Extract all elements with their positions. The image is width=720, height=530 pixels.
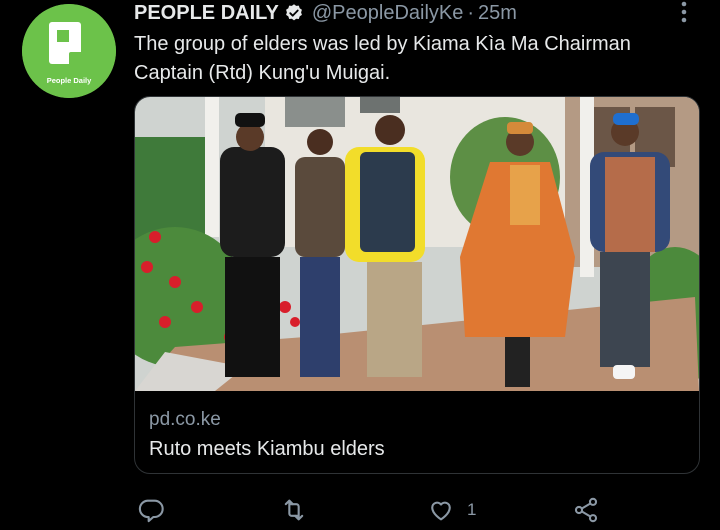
separator-dot: · [467,1,475,24]
like-button[interactable]: 1 [427,492,476,528]
like-count: 1 [467,500,477,519]
retweet-button[interactable] [280,492,308,528]
more-options-icon[interactable] [678,0,690,24]
reply-icon [138,499,164,523]
timestamp[interactable]: 25m [478,2,517,25]
reply-button[interactable] [137,492,165,528]
like-icon [431,501,451,521]
avatar[interactable]: People Daily [22,4,116,98]
link-card-domain[interactable]: pd.co.ke [149,409,221,431]
logo-caption: People Daily [47,76,92,85]
link-card-title[interactable]: Ruto meets Kiambu elders [149,438,385,461]
tweet-header: PEOPLE DAILY @PeopleDailyKe · 25m [134,0,517,26]
share-icon [574,497,598,523]
handle[interactable]: @PeopleDailyKe [312,2,464,25]
verified-badge-icon [285,4,302,21]
share-button[interactable] [572,492,600,528]
link-card-image[interactable] [135,97,699,391]
tweet-text: The group of elders was led by Kiama Kìa… [134,33,631,84]
people-daily-logo: People Daily [22,4,116,98]
tweet-actions: 1 [134,492,714,528]
display-name[interactable]: PEOPLE DAILY [134,2,279,25]
link-card[interactable]: pd.co.ke Ruto meets Kiambu elders [134,96,700,474]
retweet-icon [284,499,304,521]
